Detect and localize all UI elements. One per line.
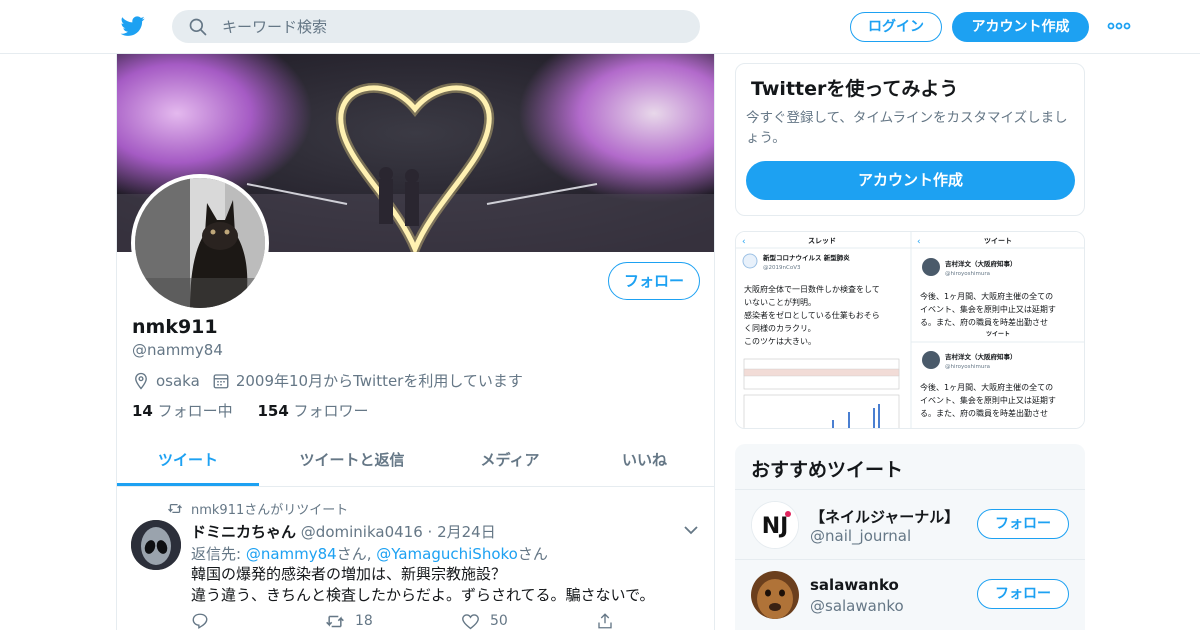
chevron-down-icon[interactable] (683, 524, 699, 536)
tab-tweets-and-replies[interactable]: ツイートと返信 (259, 440, 445, 486)
signup-promo-text: 今すぐ登録して、タイムラインをカスタマイズしましょう。 (746, 110, 1068, 146)
followers-stat[interactable]: 154 フォロワー (257, 402, 368, 420)
svg-text:く同様のカラクリ。: く同様のカラクリ。 (744, 323, 816, 333)
like-icon (462, 613, 479, 629)
more-icon[interactable] (1107, 18, 1131, 34)
profile-follow-button[interactable]: フォロー (608, 262, 700, 300)
svg-text:イベント、集会を原則中止又は延期す: イベント、集会を原則中止又は延期す (920, 304, 1056, 314)
signup-promo-title: Twitterを使ってみよう (751, 78, 959, 100)
twitter-bird-icon[interactable] (120, 14, 146, 38)
location-icon (135, 372, 147, 390)
signup-promo-button[interactable]: アカウント作成 (746, 161, 1075, 200)
tweet-date[interactable]: 2月24日 (437, 523, 496, 541)
profile-tabs: ツイート ツイートと返信 メディア いいね (117, 440, 714, 487)
svg-text:る。また、府の職員を時差出勤させ: る。また、府の職員を時差出勤させ (920, 317, 1048, 327)
recommended-user-name[interactable]: salawanko (810, 576, 899, 594)
recommended-follow-button[interactable]: フォロー (977, 509, 1069, 539)
tweet-author-avatar[interactable] (131, 520, 181, 570)
profile-handle: @nammy84 (132, 341, 223, 359)
reply-user-link[interactable]: @nammy84 (246, 545, 337, 563)
search-input[interactable] (222, 10, 682, 43)
svg-text:ツイート: ツイート (986, 331, 1010, 338)
reply-to-line: 返信先: @nammy84さん, @YamaguchiShokoさん (191, 545, 548, 563)
retweet-context: nmk911さんがリツイート (167, 499, 348, 518)
tweet-actions: 18 50 (191, 612, 624, 630)
svg-text:今後、1ヶ月間、大阪府主催の全ての: 今後、1ヶ月間、大阪府主催の全ての (920, 291, 1053, 301)
signup-promo-card: Twitterを使ってみよう 今すぐ登録して、タイムラインをカスタマイズしましょ… (735, 63, 1085, 216)
top-navigation-bar: ログイン アカウント作成 (0, 0, 1200, 54)
profile-location: osaka (156, 371, 200, 390)
svg-text:NJ: NJ (762, 514, 789, 539)
svg-text:吉村洋文（大阪府知事）: 吉村洋文（大阪府知事） (945, 352, 1017, 361)
tweet-author-handle[interactable]: @dominika0416 (301, 523, 423, 541)
share-icon (598, 613, 612, 629)
recommended-user-row[interactable]: NJ 【ネイルジャーナル】 @nail_journal フォロー (735, 489, 1085, 559)
like-count: 50 (490, 613, 508, 629)
retweet-action[interactable]: 18 (325, 613, 461, 630)
recommended-user-name[interactable]: 【ネイルジャーナル】 (810, 506, 959, 527)
search-icon (189, 18, 207, 36)
share-action[interactable] (596, 612, 624, 630)
recommended-user-handle[interactable]: @nail_journal (810, 527, 911, 545)
recommended-user-avatar[interactable]: NJ (751, 501, 799, 549)
promo-left-header: スレッド (808, 237, 836, 245)
profile-joined-date: 2009年10月からTwitterを利用しています (235, 372, 523, 390)
recommended-user-row[interactable]: salawanko @salawanko フォロー (735, 559, 1085, 629)
reply-action[interactable] (191, 612, 325, 630)
signup-button[interactable]: アカウント作成 (952, 12, 1089, 42)
svg-text:イベント、集会を原則中止又は延期す: イベント、集会を原則中止又は延期す (920, 395, 1056, 405)
recommended-title: おすすめツイート (751, 459, 904, 481)
tweet-header: ドミニカちゃん @dominika0416 · 2月24日 (191, 521, 496, 542)
tweet-author-name[interactable]: ドミニカちゃん (191, 523, 296, 541)
calendar-icon (213, 373, 229, 388)
like-action[interactable]: 50 (461, 613, 596, 630)
svg-text:このツケは大きい。: このツケは大きい。 (744, 336, 816, 346)
svg-text:@2019nCoV3: @2019nCoV3 (763, 265, 801, 271)
svg-text:新型コロナウイルス 新型肺炎: 新型コロナウイルス 新型肺炎 (763, 253, 850, 262)
svg-text:‹: ‹ (742, 237, 746, 247)
svg-text:大阪府全体で一日数件しか検査をして: 大阪府全体で一日数件しか検査をして (744, 284, 880, 294)
search-box (172, 10, 700, 43)
login-button[interactable]: ログイン (850, 12, 942, 42)
reply-user-link[interactable]: @YamaguchiShoko (376, 545, 518, 563)
svg-text:る。また、府の職員を時差出勤させ: る。また、府の職員を時差出勤させ (920, 408, 1048, 418)
recommended-user-handle[interactable]: @salawanko (810, 597, 904, 615)
following-stat[interactable]: 14 フォロー中 (132, 402, 233, 420)
tab-tweets[interactable]: ツイート (117, 440, 259, 486)
promo-right-header: ツイート (984, 237, 1012, 245)
tab-media[interactable]: メディア (445, 440, 575, 486)
svg-text:吉村洋文（大阪府知事）: 吉村洋文（大阪府知事） (945, 259, 1017, 268)
recommended-tweets-panel: おすすめツイート NJ 【ネイルジャーナル】 @nail_journal フォロ… (735, 444, 1085, 630)
svg-text:いないことが判明。: いないことが判明。 (744, 297, 816, 307)
svg-text:@hiroyoshimura: @hiroyoshimura (945, 364, 990, 370)
promo-screenshot-image[interactable]: ‹ ‹ スレッド ツイート 新型コロナウイルス 新型肺炎 @2019nCoV3 … (735, 231, 1085, 429)
profile-meta: osaka 2009年10月からTwitterを利用しています (132, 370, 535, 391)
profile-stats: 14 フォロー中 154 フォロワー (132, 400, 389, 421)
retweeted-by-text[interactable]: nmk911さんがリツイート (191, 499, 348, 518)
retweet-icon (168, 503, 182, 514)
profile-column: フォロー nmk911 @nammy84 osaka 2009年10月からTwi… (116, 54, 715, 630)
retweet-count: 18 (355, 613, 373, 629)
tweet-separator: · (427, 523, 433, 541)
svg-text:感染者をゼロとしている仕業もおそら: 感染者をゼロとしている仕業もおそら (744, 310, 880, 320)
reply-icon (192, 613, 208, 629)
svg-text:@hiroyoshimura: @hiroyoshimura (945, 271, 990, 277)
profile-avatar[interactable] (131, 174, 269, 312)
recommended-user-avatar[interactable] (751, 571, 799, 619)
tab-likes[interactable]: いいね (575, 440, 714, 486)
svg-text:‹: ‹ (917, 237, 921, 247)
retweet-icon (326, 615, 344, 627)
tweet-text: 韓国の爆発的感染者の増加は、新興宗教施設？ 違う違う、きちんと検査したからだよ。… (191, 565, 655, 604)
recommended-follow-button[interactable]: フォロー (977, 579, 1069, 609)
profile-name: nmk911 (132, 316, 218, 338)
svg-text:今後、1ヶ月間、大阪府主催の全ての: 今後、1ヶ月間、大阪府主催の全ての (920, 382, 1053, 392)
